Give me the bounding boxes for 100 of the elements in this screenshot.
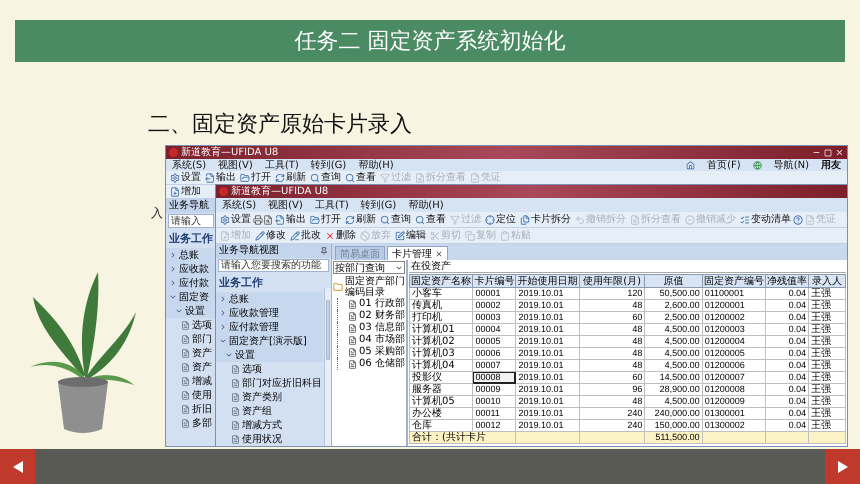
nav-leaf-item[interactable]: 资产 [166,346,216,360]
nav-group-item[interactable]: 固定资产[演示版] [216,334,323,348]
menu-item[interactable]: 首页(F) [707,160,741,170]
table-cell: 0.04 [766,384,809,396]
column-header[interactable]: 净残值率 [766,274,809,288]
tree-item[interactable]: 01 行政部 [359,298,405,310]
close-icon[interactable] [435,250,443,258]
document-icon [231,420,240,430]
table-cell: 0.04 [766,324,809,336]
next-slide-button[interactable] [825,449,860,484]
minus-circle-icon [685,214,695,224]
menu-item[interactable]: 视图(V) [268,200,303,210]
window-title: 新道教育—UFIDA U8 [181,146,278,158]
table-cell: 00004 [472,324,516,336]
nav-leaf-item[interactable]: 增减 [166,374,216,388]
tree-item[interactable]: 05 采购部 [359,346,405,358]
nav-leaf-item[interactable]: 资产 [166,360,216,374]
tree-item[interactable]: 03 信息部 [359,322,405,334]
nav-group-item[interactable]: 应收款 [166,262,216,276]
menu-item[interactable]: 转到(G) [360,200,396,210]
toolbar-button[interactable]: 打开 [308,212,343,227]
tree-item[interactable]: 02 财务部 [359,310,405,322]
table-cell: 48 [579,396,645,408]
menu-item[interactable]: 帮助(H) [408,200,444,210]
nav-leaf-item[interactable]: 选项 [216,362,323,376]
nav-group-item[interactable]: 总账 [216,292,323,306]
table-cell: 0.04 [766,408,809,420]
nav-leaf-item[interactable]: 折旧 [166,402,216,416]
printer-icon[interactable] [253,214,263,224]
toolbar-button[interactable]: 定位 [483,212,518,227]
nav-group-item[interactable]: 固定资 [166,290,216,304]
toolbar-button[interactable]: 查看 [343,170,378,185]
maximize-icon[interactable] [824,148,832,156]
menu-item[interactable]: 工具(T) [264,160,299,170]
menu-item[interactable]: 导航(N) [774,160,809,170]
nav-leaf-item[interactable]: 使用 [166,388,216,402]
column-header[interactable]: 原值 [644,274,702,288]
column-header[interactable]: 开始使用日期 [516,274,580,288]
table-cell: 0.04 [766,396,809,408]
column-header[interactable]: 录入人 [808,274,846,288]
preview-icon[interactable] [263,214,273,224]
pin-icon[interactable] [320,247,328,255]
nav-leaf-item[interactable]: 资产类别 [216,390,323,404]
table-cell: 240 [579,408,645,420]
menu-item[interactable]: 转到(G) [310,160,346,170]
nav-group-item[interactable]: 总账 [166,248,216,262]
menu-item[interactable]: 视图(V) [218,160,253,170]
help-icon[interactable] [793,214,803,224]
toolbar-button[interactable]: 删除 [323,228,358,243]
column-header[interactable]: 卡片编号 [472,274,516,288]
toolbar-button[interactable]: 修改 [253,228,288,243]
table-cell: 2019.10.01 [516,396,580,408]
nav-group-item[interactable]: 设置 [166,304,216,318]
nav-leaf-item[interactable]: 多部 [166,416,216,430]
search-field[interactable]: 请输入您要搜索的功能 [218,259,329,272]
column-header[interactable]: 固定资产名称 [410,274,473,288]
table-cell: 2019.10.01 [516,360,580,372]
menu-item[interactable]: 用友 [821,160,841,170]
toolbar-button[interactable]: 卡片拆分 [518,212,573,227]
query-dropdown[interactable]: 按部门查询 [333,261,405,274]
search-field[interactable]: 请输入 [168,214,214,228]
tree-item[interactable]: 06 仓储部 [359,358,405,370]
search-icon [380,214,390,224]
tab[interactable]: 卡片管理 [387,246,448,260]
tree-root[interactable]: 固定资产部门编码目录 [345,276,405,298]
toolbar-button[interactable]: 设置 [218,212,253,227]
table-cell: 00008 [472,372,516,384]
toolbar-button[interactable]: 设置 [168,170,203,185]
table-cell: 00006 [472,348,516,360]
toolbar-button[interactable]: 查看 [413,212,448,227]
table-cell: 00011 [472,408,516,420]
menu-item[interactable]: 系统(S) [222,200,256,210]
toolbar-button[interactable]: 刷新 [343,212,378,227]
nav-group-item[interactable]: 应付款 [166,276,216,290]
nav-group-item[interactable]: 设置 [216,348,323,362]
column-header[interactable]: 使用年限(月) [579,274,645,288]
toolbar-button[interactable]: 变动清单 [738,212,793,227]
toolbar-button[interactable]: 刷新 [273,170,308,185]
nav-leaf-item[interactable]: 资产组 [216,404,323,418]
nav-leaf-item[interactable]: 部门 [166,332,216,346]
toolbar-button[interactable]: 输出 [273,212,308,227]
toolbar-button[interactable]: 打开 [238,170,273,185]
tree-item[interactable]: 04 市场部 [359,334,405,346]
nav-leaf-item[interactable]: 使用状况 [216,432,323,446]
nav-leaf-item[interactable]: 选项 [166,318,216,332]
previous-slide-button[interactable] [0,449,35,484]
toolbar-button[interactable]: 查询 [308,170,343,185]
menu-item[interactable]: 工具(T) [314,200,349,210]
scrollbar[interactable] [324,288,331,446]
column-header[interactable]: 固定资产编号 [702,274,766,288]
toolbar-button[interactable]: 查询 [378,212,413,227]
menu-item[interactable]: 系统(S) [172,160,206,170]
nav-group-item[interactable]: 应收款管理 [216,306,323,320]
nav-group-item[interactable]: 应付款管理 [216,320,323,334]
nav-leaf-item[interactable]: 增减方式 [216,418,323,432]
toolbar-button[interactable]: 编辑 [393,228,428,243]
toolbar-button[interactable]: 输出 [203,170,238,185]
menu-item[interactable]: 帮助(H) [358,160,394,170]
nav-leaf-item[interactable]: 部门对应折旧科目 [216,376,323,390]
toolbar-button[interactable]: 批改 [288,228,323,243]
